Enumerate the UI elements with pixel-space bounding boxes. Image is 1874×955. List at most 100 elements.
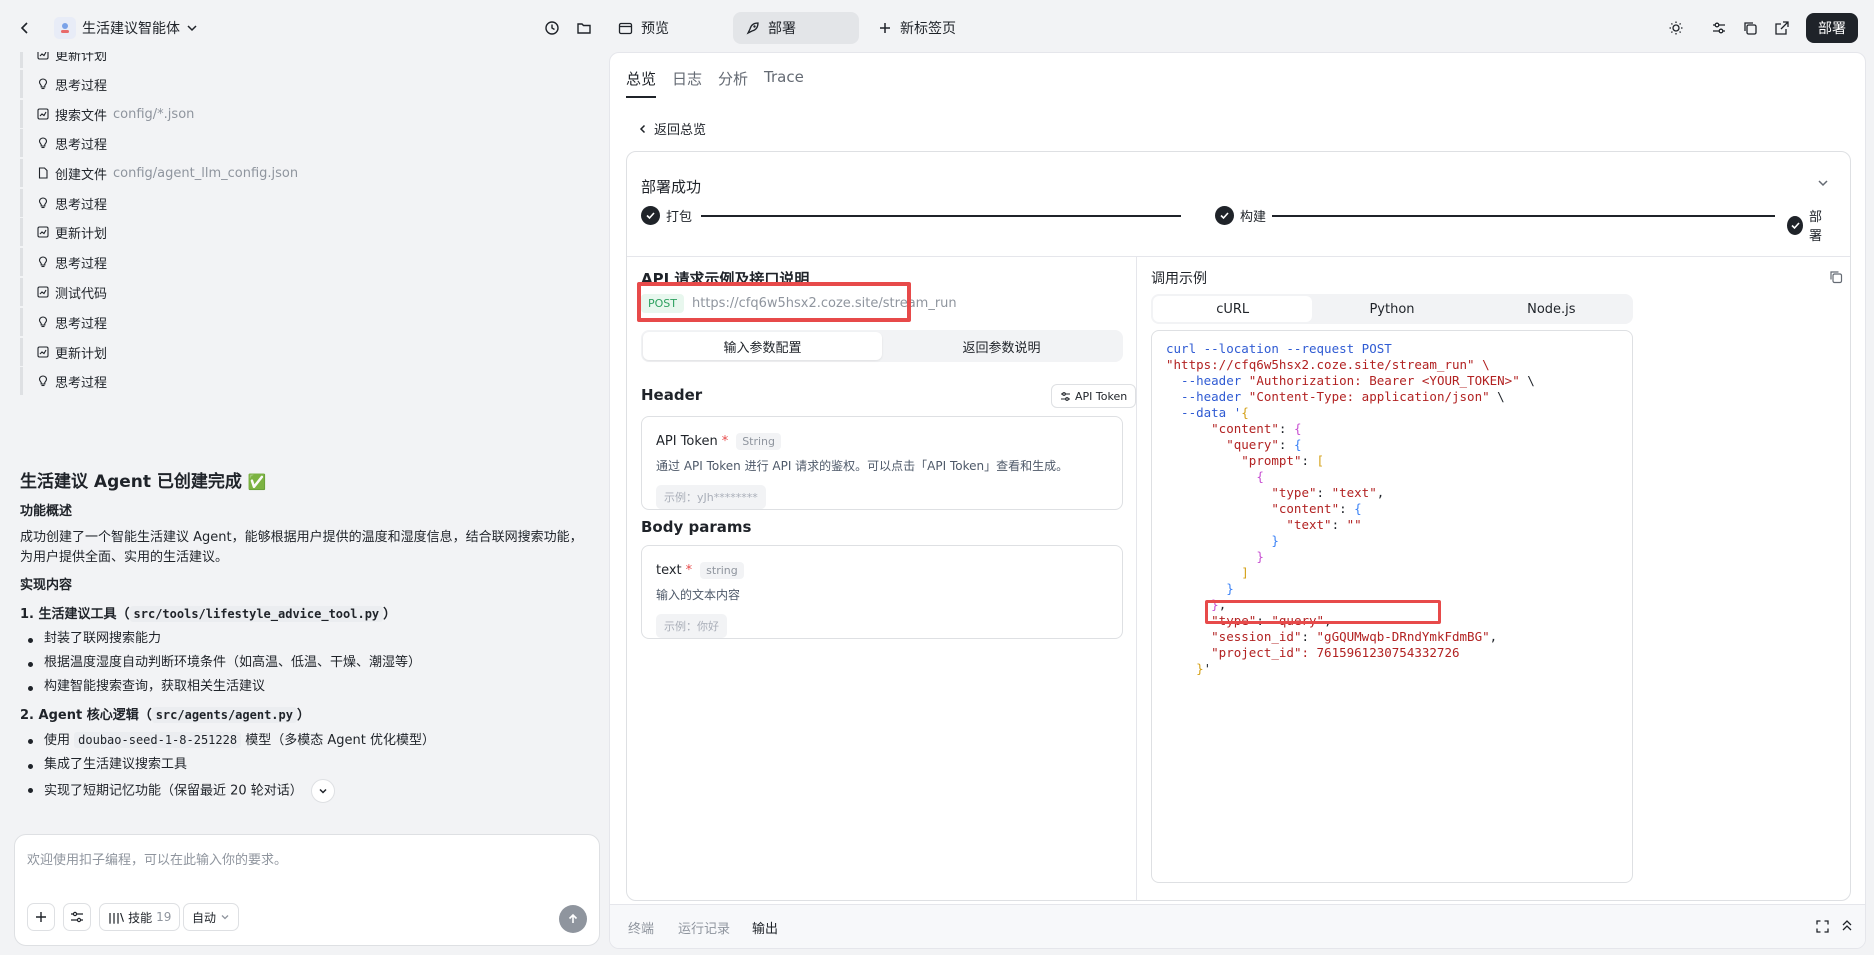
tab-preview[interactable]: 预览 [606, 12, 681, 44]
step-item[interactable]: 思考过程 [20, 70, 580, 98]
step-label: 思考过程 [55, 78, 108, 94]
list-item: 封装了联网搜索能力 [20, 629, 585, 649]
seg-output-params[interactable]: 返回参数说明 [882, 332, 1121, 360]
history-button[interactable] [538, 14, 566, 42]
chat-input[interactable]: 欢迎使用扣子编程，可以在此输入你的要求。 [27, 849, 287, 868]
collapse-up-icon[interactable] [1841, 919, 1853, 933]
options-button[interactable] [63, 903, 91, 931]
type-badge: string [700, 562, 744, 579]
project-switcher[interactable]: 生活建议智能体 [54, 14, 198, 42]
deploy-progress: 打包 构建 部署 [641, 206, 1837, 244]
scroll-down-button[interactable] [310, 779, 335, 803]
seg-input-params[interactable]: 输入参数配置 [643, 332, 882, 360]
theme-toggle[interactable] [1662, 14, 1690, 42]
param-example: 示例：你好 [656, 614, 727, 638]
step-item[interactable]: 思考过程 [20, 189, 580, 217]
tab-deploy-label: 部署 [768, 21, 796, 37]
param-card-api-token: API Token * String 通过 API Token 进行 API 请求的… [641, 416, 1123, 510]
chat-panel: 更新计划 思考过程 搜索文件 config/*.json 思考过程 创建文件 config/… [0, 52, 605, 828]
folder-button[interactable] [570, 14, 598, 42]
sun-icon [1669, 21, 1683, 35]
list-item: 构建智能搜索查询，获取相关生活建议 [20, 677, 585, 697]
tab-overview[interactable]: 总览 [626, 68, 657, 98]
tab-analytics[interactable]: 分析 [718, 68, 748, 98]
tab-logs[interactable]: 日志 [672, 68, 702, 98]
open-external-button[interactable] [1768, 14, 1796, 42]
plan-icon [37, 226, 49, 238]
fullscreen-icon[interactable] [1816, 920, 1829, 933]
param-segment: 输入参数配置 返回参数说明 [641, 330, 1123, 362]
plan-icon [37, 346, 49, 358]
bulb-icon [37, 137, 49, 149]
step-item[interactable]: 思考过程 [20, 367, 580, 395]
item2-list: 使用 doubao-seed-1-8-251228 模型（多模态 Agent 优… [20, 730, 585, 803]
deploy-result-card: 部署成功 打包 构建 部署 API 请求示例及接口说明 POST https:/… [626, 151, 1851, 901]
lang-node[interactable]: Node.js [1472, 296, 1631, 322]
back-to-overview-link[interactable]: 返回总览 [638, 119, 706, 138]
step-item[interactable]: 思考过程 [20, 308, 580, 336]
step-label: 更新计划 [55, 52, 108, 64]
rocket-icon [746, 21, 759, 34]
step-item[interactable]: 更新计划 [20, 218, 580, 246]
highlight-box [637, 282, 911, 322]
tab-output[interactable]: 输出 [752, 918, 778, 937]
settings-button[interactable] [1705, 14, 1733, 42]
param-name: text * string [656, 562, 744, 579]
step-item[interactable]: 创建文件 config/agent_llm_config.json [20, 159, 580, 187]
step-item[interactable]: 更新计划 [20, 52, 580, 68]
param-name: API Token * String [656, 433, 782, 450]
step-item[interactable]: 思考过程 [20, 248, 580, 276]
type-badge: String [736, 433, 782, 450]
header-section-title: Header [641, 386, 703, 404]
highlight-box [1205, 600, 1441, 624]
add-button[interactable] [27, 903, 55, 931]
body-section-title: Body params [641, 518, 752, 536]
tab-trace[interactable]: Trace [764, 68, 804, 98]
step-item[interactable]: 搜索文件 config/*.json [20, 100, 580, 128]
folder-icon [577, 23, 591, 34]
plan-icon [37, 286, 49, 298]
list-item: 使用 doubao-seed-1-8-251228 模型（多模态 Agent 优… [20, 730, 585, 751]
tab-deploy[interactable]: 部署 [733, 12, 859, 44]
bulb-icon [37, 197, 49, 209]
step-path: config/agent_llm_config.json [113, 165, 299, 181]
chevron-left-icon [639, 124, 646, 133]
item1-list: 封装了联网搜索能力 根据温度湿度自动判断环境条件（如高温、低温、干燥、潮湿等） … [20, 629, 585, 697]
lang-curl[interactable]: cURL [1153, 296, 1313, 322]
tab-run-records[interactable]: 运行记录 [678, 918, 730, 937]
lang-python[interactable]: Python [1312, 296, 1471, 322]
back-button[interactable] [18, 14, 32, 42]
chevron-down-icon[interactable] [1816, 176, 1830, 190]
step-label: 搜索文件 [55, 108, 108, 124]
tab-preview-label: 预览 [641, 21, 669, 37]
chevron-left-icon [20, 22, 28, 34]
project-avatar [54, 17, 76, 39]
send-button[interactable] [559, 905, 587, 933]
file-icon [37, 167, 49, 179]
plus-icon [880, 23, 890, 33]
tab-terminal[interactable]: 终端 [628, 918, 654, 937]
project-name: 生活建议智能体 [82, 21, 180, 37]
progress-step-pack: 打包 [641, 206, 699, 225]
plan-icon [37, 108, 49, 120]
step-item[interactable]: 思考过程 [20, 129, 580, 157]
step-item[interactable]: 更新计划 [20, 338, 580, 366]
copy-button[interactable] [1736, 14, 1764, 42]
chat-input-box[interactable]: 欢迎使用扣子编程，可以在此输入你的要求。 |||\ 技能 19 自动 [14, 834, 600, 946]
tab-new[interactable]: 新标签页 [866, 12, 968, 44]
bottom-panel-bar: 终端 运行记录 输出 [610, 904, 1865, 948]
top-bar: 生活建议智能体 预览 部署 新标签页 部署 [0, 0, 1874, 56]
mode-select[interactable]: 自动 [183, 903, 240, 931]
api-token-button[interactable]: API Token [1051, 384, 1137, 408]
item1-title: 1. 生活建议工具（ src/tools/lifestyle_advice_too… [20, 606, 397, 622]
deploy-button[interactable]: 部署 [1806, 13, 1858, 43]
impl-title: 实现内容 [20, 578, 73, 593]
step-item[interactable]: 测试代码 [20, 278, 580, 306]
call-example-title: 调用示例 [1151, 271, 1207, 287]
check-icon [1787, 215, 1804, 235]
copy-icon[interactable] [1829, 270, 1843, 284]
skills-button[interactable]: |||\ 技能 19 [99, 903, 181, 931]
check-icon [1215, 206, 1234, 225]
progress-line [701, 215, 1181, 217]
tab-new-label: 新标签页 [900, 21, 956, 37]
